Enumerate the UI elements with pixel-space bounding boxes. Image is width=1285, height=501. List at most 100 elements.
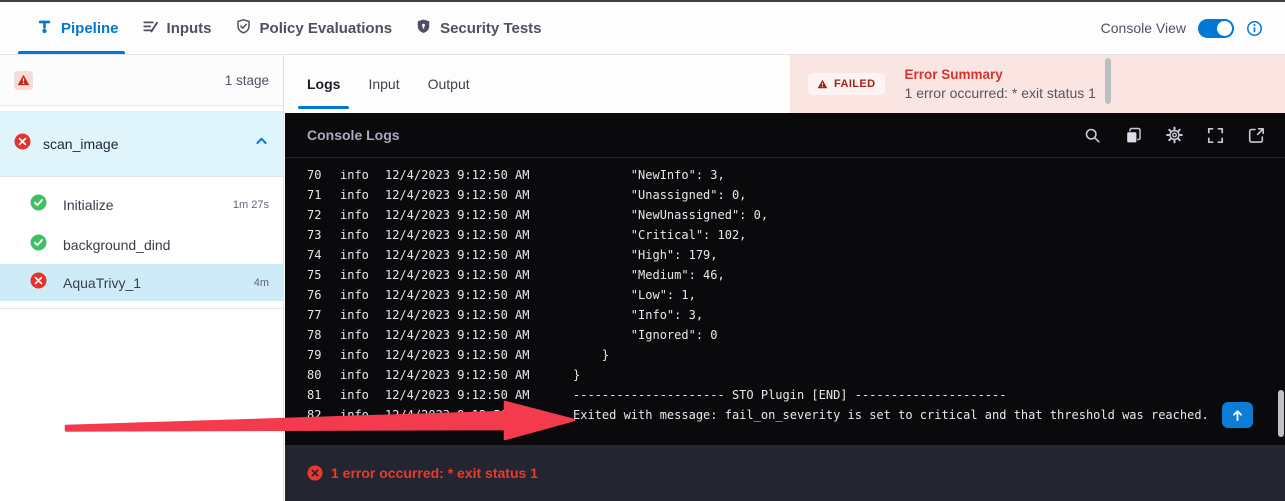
log-timestamp: 12/4/2023 9:12:50 AM <box>385 388 573 402</box>
sidebar-step-initialize[interactable]: Initialize 1m 27s <box>0 190 283 220</box>
log-line-number: 72 <box>285 208 340 222</box>
sidebar-divider <box>0 308 283 309</box>
stage-name-label: scan_image <box>43 136 242 152</box>
failed-warning-icon <box>817 79 828 89</box>
tab-security-tests-label: Security Tests <box>440 20 541 37</box>
chevron-up-icon[interactable] <box>254 134 269 153</box>
tab-logs[interactable]: Logs <box>307 55 340 113</box>
fullscreen-icon[interactable] <box>1207 127 1224 144</box>
log-timestamp: 12/4/2023 9:12:50 AM <box>385 328 573 342</box>
log-line: 70 info 12/4/2023 9:12:50 AM "NewInfo": … <box>285 170 1285 185</box>
step-name-label: Initialize <box>63 197 217 213</box>
sidebar-step-background-dind[interactable]: background_dind <box>0 230 283 260</box>
log-line-number: 78 <box>285 328 340 342</box>
info-icon[interactable] <box>1246 20 1263 37</box>
log-level: info <box>340 308 385 322</box>
log-message: "Ignored": 0 <box>573 328 1285 342</box>
execution-sidebar: 1 stage scan_image Initialize 1m 27s bac… <box>0 55 284 501</box>
scroll-to-top-button[interactable] <box>1222 402 1253 428</box>
open-in-new-icon[interactable] <box>1248 127 1265 144</box>
log-line-number: 74 <box>285 248 340 262</box>
tab-policy-evaluations-label: Policy Evaluations <box>260 20 393 37</box>
log-message: "Low": 1, <box>573 288 1285 302</box>
log-message: } <box>573 368 1285 382</box>
sidebar-step-aquatrivy[interactable]: AquaTrivy_1 4m <box>0 264 283 301</box>
sidebar-stage-scan-image[interactable]: scan_image <box>0 111 283 177</box>
tab-inputs[interactable]: Inputs <box>142 2 212 54</box>
log-timestamp: 12/4/2023 9:12:50 AM <box>385 368 573 382</box>
tab-pipeline[interactable]: Pipeline <box>36 2 119 54</box>
pipeline-icon <box>36 18 53 39</box>
success-status-icon <box>30 194 47 216</box>
failed-status-icon <box>30 272 47 294</box>
failed-status-icon <box>14 133 31 155</box>
log-level: info <box>340 328 385 342</box>
log-line: 78 info 12/4/2023 9:12:50 AM "Ignored": … <box>285 325 1285 345</box>
log-timestamp: 12/4/2023 9:12:50 AM <box>385 170 573 182</box>
toggle-knob <box>1217 21 1232 36</box>
log-scrollbar-thumb[interactable] <box>1278 390 1284 437</box>
log-line-number: 75 <box>285 268 340 282</box>
log-line-number: 80 <box>285 368 340 382</box>
bottom-error-text: 1 error occurred: * exit status 1 <box>331 465 538 481</box>
console-logs-title: Console Logs <box>307 127 1084 143</box>
step-duration-label: 1m 27s <box>233 199 269 211</box>
log-line: 77 info 12/4/2023 9:12:50 AM "Info": 3, <box>285 305 1285 325</box>
tab-input[interactable]: Input <box>368 55 399 113</box>
settings-gear-icon[interactable] <box>1166 127 1183 144</box>
log-scroll-area[interactable]: 70 info 12/4/2023 9:12:50 AM "NewInfo": … <box>285 170 1285 443</box>
top-navigation: Pipeline Inputs Policy Evaluations Secur… <box>0 2 1285 55</box>
log-rows: 70 info 12/4/2023 9:12:50 AM "NewInfo": … <box>285 170 1285 425</box>
top-nav-tabs: Pipeline Inputs Policy Evaluations Secur… <box>0 2 542 54</box>
log-line: 79 info 12/4/2023 9:12:50 AM } <box>285 345 1285 365</box>
tab-output[interactable]: Output <box>428 55 470 113</box>
log-line-number: 77 <box>285 308 340 322</box>
log-timestamp: 12/4/2023 9:12:50 AM <box>385 188 573 202</box>
error-summary-message: 1 error occurred: * exit status 1 <box>905 85 1096 101</box>
log-message: "Unassigned": 0, <box>573 188 1285 202</box>
log-line-number: 81 <box>285 388 340 402</box>
log-level: info <box>340 170 385 182</box>
log-message: Exited with message: fail_on_severity is… <box>573 408 1285 422</box>
tab-policy-evaluations[interactable]: Policy Evaluations <box>235 2 393 54</box>
log-timestamp: 12/4/2023 9:12:50 AM <box>385 248 573 262</box>
log-level: info <box>340 348 385 362</box>
log-level: info <box>340 268 385 282</box>
console-view-label: Console View <box>1101 20 1186 36</box>
log-level: info <box>340 188 385 202</box>
log-line-number: 76 <box>285 288 340 302</box>
log-level: info <box>340 228 385 242</box>
log-line: 71 info 12/4/2023 9:12:50 AM "Unassigned… <box>285 185 1285 205</box>
error-circle-icon <box>307 465 323 481</box>
banner-scrollbar-thumb[interactable] <box>1105 58 1111 104</box>
log-level: info <box>340 388 385 402</box>
log-message: "Info": 3, <box>573 308 1285 322</box>
console-header-actions <box>1084 127 1265 144</box>
failed-badge: FAILED <box>808 73 885 95</box>
log-level: info <box>340 408 385 422</box>
console-view-toggle[interactable] <box>1198 19 1234 38</box>
log-line: 76 info 12/4/2023 9:12:50 AM "Low": 1, <box>285 285 1285 305</box>
stage-error-warning-icon[interactable] <box>14 71 33 90</box>
log-line: 72 info 12/4/2023 9:12:50 AM "NewUnassig… <box>285 205 1285 225</box>
log-level: info <box>340 248 385 262</box>
pipeline-execution-page: Pipeline Inputs Policy Evaluations Secur… <box>0 0 1285 501</box>
log-message: "Critical": 102, <box>573 228 1285 242</box>
success-status-icon <box>30 234 47 256</box>
stage-summary-row: 1 stage <box>0 55 283 106</box>
log-timestamp: 12/4/2023 9:12:50 AM <box>385 268 573 282</box>
log-line: 73 info 12/4/2023 9:12:50 AM "Critical":… <box>285 225 1285 245</box>
copy-icon[interactable] <box>1125 127 1142 144</box>
log-line-number: 79 <box>285 348 340 362</box>
log-view-tabs: Logs Input Output <box>285 55 790 113</box>
log-line-number: 71 <box>285 188 340 202</box>
log-line: 81 info 12/4/2023 9:12:50 AM -----------… <box>285 385 1285 405</box>
log-level: info <box>340 288 385 302</box>
search-icon[interactable] <box>1084 127 1101 144</box>
error-summary-title: Error Summary <box>905 67 1096 82</box>
tab-security-tests[interactable]: Security Tests <box>415 2 541 54</box>
log-message: } <box>573 348 1285 362</box>
failed-badge-label: FAILED <box>834 78 876 90</box>
error-summary-block: Error Summary 1 error occurred: * exit s… <box>905 67 1096 101</box>
step-name-label: background_dind <box>63 237 253 253</box>
